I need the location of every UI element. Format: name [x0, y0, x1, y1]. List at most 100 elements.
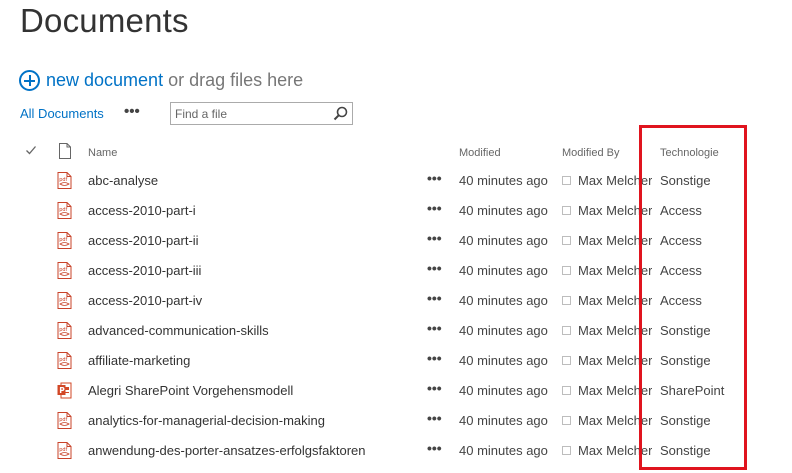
row-menu-button[interactable]: •••: [427, 290, 442, 306]
row-menu-button[interactable]: •••: [427, 410, 442, 426]
presence-status-icon: [562, 446, 571, 455]
technologie-value: Sonstige: [660, 353, 711, 368]
table-row[interactable]: pdf anwendung-des-porter-ansatzes-erfolgs…: [0, 436, 792, 466]
modified-by-user[interactable]: Max Melcher: [578, 173, 652, 188]
modified-by-user[interactable]: Max Melcher: [578, 413, 652, 428]
column-header-name[interactable]: Name: [88, 147, 117, 159]
modified-time: 40 minutes ago: [459, 323, 548, 338]
table-row[interactable]: pdf affiliate-marketing ••• 40 minutes ago M…: [0, 346, 792, 376]
file-name-link[interactable]: anwendung-des-porter-ansatzes-erfolgsfak…: [88, 443, 366, 458]
search-icon[interactable]: [332, 105, 349, 122]
modified-time: 40 minutes ago: [459, 413, 548, 428]
file-name-link[interactable]: access-2010-part-i: [88, 203, 196, 218]
technologie-value: Sonstige: [660, 323, 711, 338]
column-header-modified[interactable]: Modified: [459, 147, 501, 159]
table-row[interactable]: pdf access-2010-part-iv ••• 40 minutes ago M…: [0, 286, 792, 316]
modified-by-user[interactable]: Max Melcher: [578, 383, 652, 398]
new-document-bar: new document or drag files here: [19, 70, 303, 91]
svg-text:pdf: pdf: [59, 447, 67, 453]
presence-status-icon: [562, 296, 571, 305]
svg-text:pdf: pdf: [59, 237, 67, 243]
modified-time: 40 minutes ago: [459, 233, 548, 248]
modified-time: 40 minutes ago: [459, 203, 548, 218]
svg-text:pdf: pdf: [59, 357, 67, 363]
table-row[interactable]: pdf advanced-communication-skills ••• 40 mi…: [0, 316, 792, 346]
modified-by-user[interactable]: Max Melcher: [578, 263, 652, 278]
svg-text:pdf: pdf: [59, 267, 67, 273]
row-menu-button[interactable]: •••: [427, 380, 442, 396]
file-name-link[interactable]: access-2010-part-iii: [88, 263, 201, 278]
pdf-icon: pdf: [57, 322, 72, 339]
svg-text:pdf: pdf: [59, 417, 67, 423]
modified-by-user[interactable]: Max Melcher: [578, 443, 652, 458]
search-input[interactable]: [175, 104, 325, 124]
file-name-link[interactable]: abc-analyse: [88, 173, 158, 188]
page-title: Documents: [20, 2, 189, 39]
pdf-icon: pdf: [57, 352, 72, 369]
row-menu-button[interactable]: •••: [427, 170, 442, 186]
file-name-link[interactable]: access-2010-part-ii: [88, 233, 199, 248]
modified-time: 40 minutes ago: [459, 383, 548, 398]
presence-status-icon: [562, 356, 571, 365]
pdf-icon: pdf: [57, 232, 72, 249]
column-header-modified-by[interactable]: Modified By: [562, 147, 619, 159]
technologie-value: Access: [660, 203, 702, 218]
modified-time: 40 minutes ago: [459, 293, 548, 308]
file-name-link[interactable]: access-2010-part-iv: [88, 293, 202, 308]
view-all-documents[interactable]: All Documents: [20, 106, 104, 121]
row-menu-button[interactable]: •••: [427, 440, 442, 456]
table-row[interactable]: pdf access-2010-part-iii ••• 40 minutes ago…: [0, 256, 792, 286]
file-name-link[interactable]: analytics-for-managerial-decision-making: [88, 413, 325, 428]
modified-by-user[interactable]: Max Melcher: [578, 293, 652, 308]
pdf-icon: pdf: [57, 202, 72, 219]
pdf-icon: pdf: [57, 442, 72, 459]
presence-status-icon: [562, 326, 571, 335]
document-type-header-icon: [59, 143, 71, 159]
add-circle-icon[interactable]: [19, 70, 40, 91]
technologie-value: Access: [660, 233, 702, 248]
file-name-link[interactable]: advanced-communication-skills: [88, 323, 269, 338]
drag-files-hint: or drag files here: [168, 70, 304, 90]
svg-text:P: P: [59, 386, 65, 395]
modified-time: 40 minutes ago: [459, 173, 548, 188]
modified-by-user[interactable]: Max Melcher: [578, 203, 652, 218]
modified-time: 40 minutes ago: [459, 263, 548, 278]
table-row[interactable]: P Alegri SharePoint Vorgehensmodell ••• 40 …: [0, 376, 792, 406]
technologie-value: SharePoint: [660, 383, 725, 398]
pdf-icon: pdf: [57, 172, 72, 189]
row-menu-button[interactable]: •••: [427, 350, 442, 366]
technologie-value: Access: [660, 293, 702, 308]
technologie-value: Sonstige: [660, 173, 711, 188]
presence-status-icon: [562, 416, 571, 425]
table-row[interactable]: pdf abc-analyse ••• 40 minutes ago Max Melch…: [0, 166, 792, 196]
table-row[interactable]: pdf access-2010-part-i ••• 40 minutes ago Ma…: [0, 196, 792, 226]
file-name-link[interactable]: Alegri SharePoint Vorgehensmodell: [88, 383, 293, 398]
technologie-value: Sonstige: [660, 413, 711, 428]
svg-text:pdf: pdf: [59, 177, 67, 183]
row-menu-button[interactable]: •••: [427, 320, 442, 336]
file-name-link[interactable]: affiliate-marketing: [88, 353, 190, 368]
new-document-link[interactable]: new document: [46, 70, 163, 91]
svg-text:pdf: pdf: [59, 207, 67, 213]
table-row[interactable]: pdf analytics-for-managerial-decision-mak…: [0, 406, 792, 436]
view-more-button[interactable]: •••: [124, 103, 140, 120]
presence-status-icon: [562, 176, 571, 185]
table-row[interactable]: pdf access-2010-part-ii ••• 40 minutes ago M…: [0, 226, 792, 256]
svg-text:pdf: pdf: [59, 327, 67, 333]
technologie-value: Sonstige: [660, 443, 711, 458]
technologie-value: Access: [660, 263, 702, 278]
pdf-icon: pdf: [57, 262, 72, 279]
row-menu-button[interactable]: •••: [427, 260, 442, 276]
select-all-checkmark-icon[interactable]: [25, 144, 37, 156]
row-menu-button[interactable]: •••: [427, 230, 442, 246]
column-header-technologie[interactable]: Technologie: [660, 147, 719, 159]
presence-status-icon: [562, 206, 571, 215]
svg-text:pdf: pdf: [59, 297, 67, 303]
presence-status-icon: [562, 236, 571, 245]
row-menu-button[interactable]: •••: [427, 200, 442, 216]
modified-by-user[interactable]: Max Melcher: [578, 233, 652, 248]
pdf-icon: pdf: [57, 292, 72, 309]
modified-by-user[interactable]: Max Melcher: [578, 323, 652, 338]
modified-by-user[interactable]: Max Melcher: [578, 353, 652, 368]
presence-status-icon: [562, 266, 571, 275]
